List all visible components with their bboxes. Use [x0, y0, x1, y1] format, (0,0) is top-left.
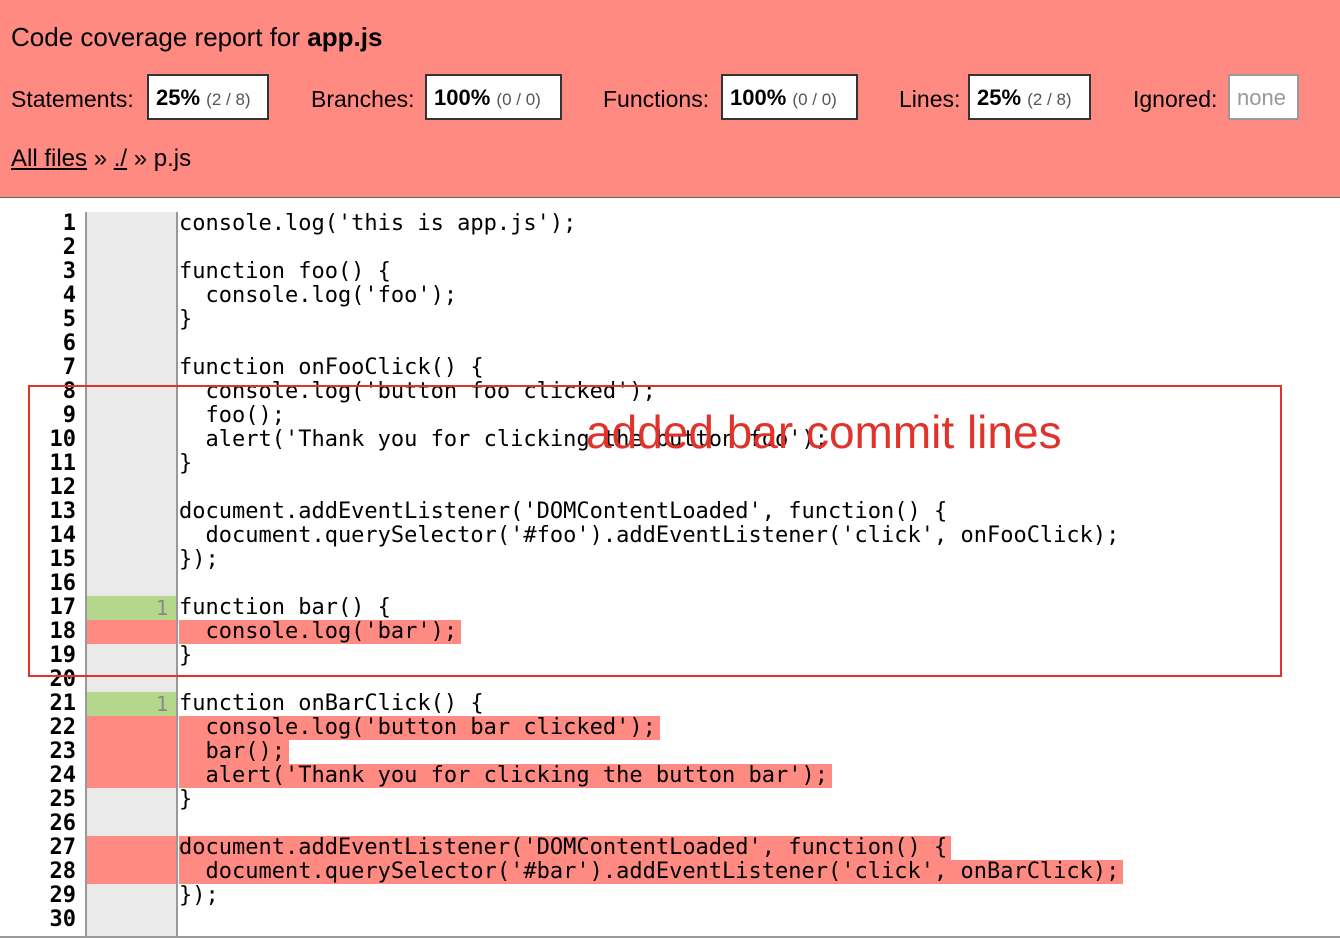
report-header: Code coverage report for app.js Statemen…: [0, 0, 1340, 198]
line-number[interactable]: 26: [0, 812, 77, 836]
breadcrumb-all-files-link[interactable]: All files: [11, 145, 87, 172]
ignored-label: Ignored:: [1133, 86, 1218, 112]
code-line: 2: [0, 236, 1340, 260]
line-number[interactable]: 30: [0, 908, 77, 932]
code-line: 1 console.log('this is app.js');: [0, 212, 1340, 236]
line-number[interactable]: 5: [0, 308, 76, 332]
branches-frac: (0 / 0): [496, 90, 541, 109]
hit-count: [87, 788, 176, 812]
lines-label: Lines:: [899, 86, 961, 112]
source-text: }: [179, 787, 193, 812]
hit-count: [87, 284, 176, 308]
code-line: 21 1 function onBarClick() {: [0, 692, 1340, 716]
code-line: 30: [0, 908, 1340, 932]
hit-count: [87, 836, 176, 860]
line-number[interactable]: 3: [0, 260, 76, 284]
lines-frac: (2 / 8): [1027, 90, 1072, 109]
functions-pct: 100%: [730, 85, 787, 110]
code-line: 26: [0, 812, 1340, 836]
breadcrumb-current-file: p.js: [153, 145, 192, 172]
source-text: function onFooClick() {: [179, 355, 484, 380]
source-text: bar();: [179, 740, 289, 764]
source-text: });: [179, 883, 219, 908]
hit-count: [87, 860, 176, 884]
code-line: 5}: [0, 308, 1340, 332]
line-number[interactable]: 28: [0, 860, 77, 884]
source-text: }: [179, 307, 193, 332]
code-line: 4 console.log('foo');: [0, 284, 1340, 308]
source-text: alert('Thank you for clicking the button…: [179, 764, 833, 788]
line-number[interactable]: 27: [0, 836, 77, 860]
code-line: 25}: [0, 788, 1340, 812]
branches-label: Branches:: [311, 86, 415, 112]
source-text: console.log('button bar clicked');: [179, 716, 660, 740]
code-line: 29});: [0, 884, 1340, 908]
line-number[interactable]: 4: [0, 284, 76, 308]
hit-count: [87, 308, 176, 332]
breadcrumb-dir-link[interactable]: ./: [114, 145, 127, 172]
code-line: 28 document.querySelector('#bar').addEve…: [0, 860, 1340, 884]
statements-label: Statements:: [11, 86, 134, 112]
page-title: Code coverage report for app.js: [11, 22, 382, 53]
hit-count: [87, 740, 176, 764]
code-line: 7 function onFooClick() {: [0, 356, 1340, 380]
ignored-summary: none: [1228, 74, 1299, 120]
line-number[interactable]: 25: [0, 788, 77, 812]
line-number[interactable]: 22: [0, 716, 77, 740]
title-file: app.js: [307, 22, 383, 52]
source-text: console.log('this is app.js');: [179, 211, 577, 236]
code-line: 6: [0, 332, 1340, 356]
hit-count: [87, 764, 176, 788]
breadcrumb: All files » ./ » p.js: [11, 145, 191, 173]
title-prefix: Code coverage report for: [11, 22, 301, 52]
annotation-label: added bar commit lines: [586, 406, 1062, 458]
breadcrumb-separator: »: [93, 145, 108, 172]
source-text: console.log('foo');: [179, 283, 458, 308]
hit-count: [87, 236, 176, 260]
functions-summary: 100% (0 / 0): [721, 74, 858, 120]
code-line: 24 alert('Thank you for clicking the but…: [0, 764, 1340, 788]
line-number[interactable]: 24: [0, 764, 77, 788]
hit-count: 1: [87, 692, 176, 716]
source-text: document.addEventListener('DOMContentLoa…: [179, 836, 952, 860]
line-number[interactable]: 2: [0, 236, 76, 260]
hit-count: [87, 356, 176, 380]
branches-pct: 100%: [434, 85, 491, 110]
code-line: 3 function foo() {: [0, 260, 1340, 284]
hit-count: [87, 716, 176, 740]
functions-label: Functions:: [603, 86, 710, 112]
line-number[interactable]: 1: [0, 212, 76, 236]
statements-pct: 25%: [156, 85, 201, 110]
line-number[interactable]: 7: [0, 356, 76, 380]
code-line: 27 document.addEventListener('DOMContentL…: [0, 836, 1340, 860]
source-text: document.querySelector('#bar').addEventL…: [179, 860, 1124, 884]
hit-count: [87, 908, 176, 932]
hit-count: [87, 812, 176, 836]
code-line: 22 console.log('button bar clicked');: [0, 716, 1340, 740]
statements-summary: 25% (2 / 8): [147, 74, 269, 120]
line-number[interactable]: 6: [0, 332, 76, 356]
hit-count: [87, 884, 176, 908]
code-line: 23 bar();: [0, 740, 1340, 764]
branches-summary: 100% (0 / 0): [425, 74, 562, 120]
line-number[interactable]: 23: [0, 740, 77, 764]
hit-count: [87, 260, 176, 284]
functions-frac: (0 / 0): [792, 90, 837, 109]
line-number[interactable]: 21: [0, 692, 77, 716]
statements-frac: (2 / 8): [206, 90, 251, 109]
source-text: function foo() {: [179, 259, 391, 284]
hit-count: [87, 212, 176, 236]
breadcrumb-separator: »: [133, 145, 148, 172]
lines-pct: 25%: [977, 85, 1022, 110]
hit-count: [87, 332, 176, 356]
lines-summary: 25% (2 / 8): [968, 74, 1091, 120]
source-text: function onBarClick() {: [179, 691, 484, 716]
line-number[interactable]: 29: [0, 884, 77, 908]
